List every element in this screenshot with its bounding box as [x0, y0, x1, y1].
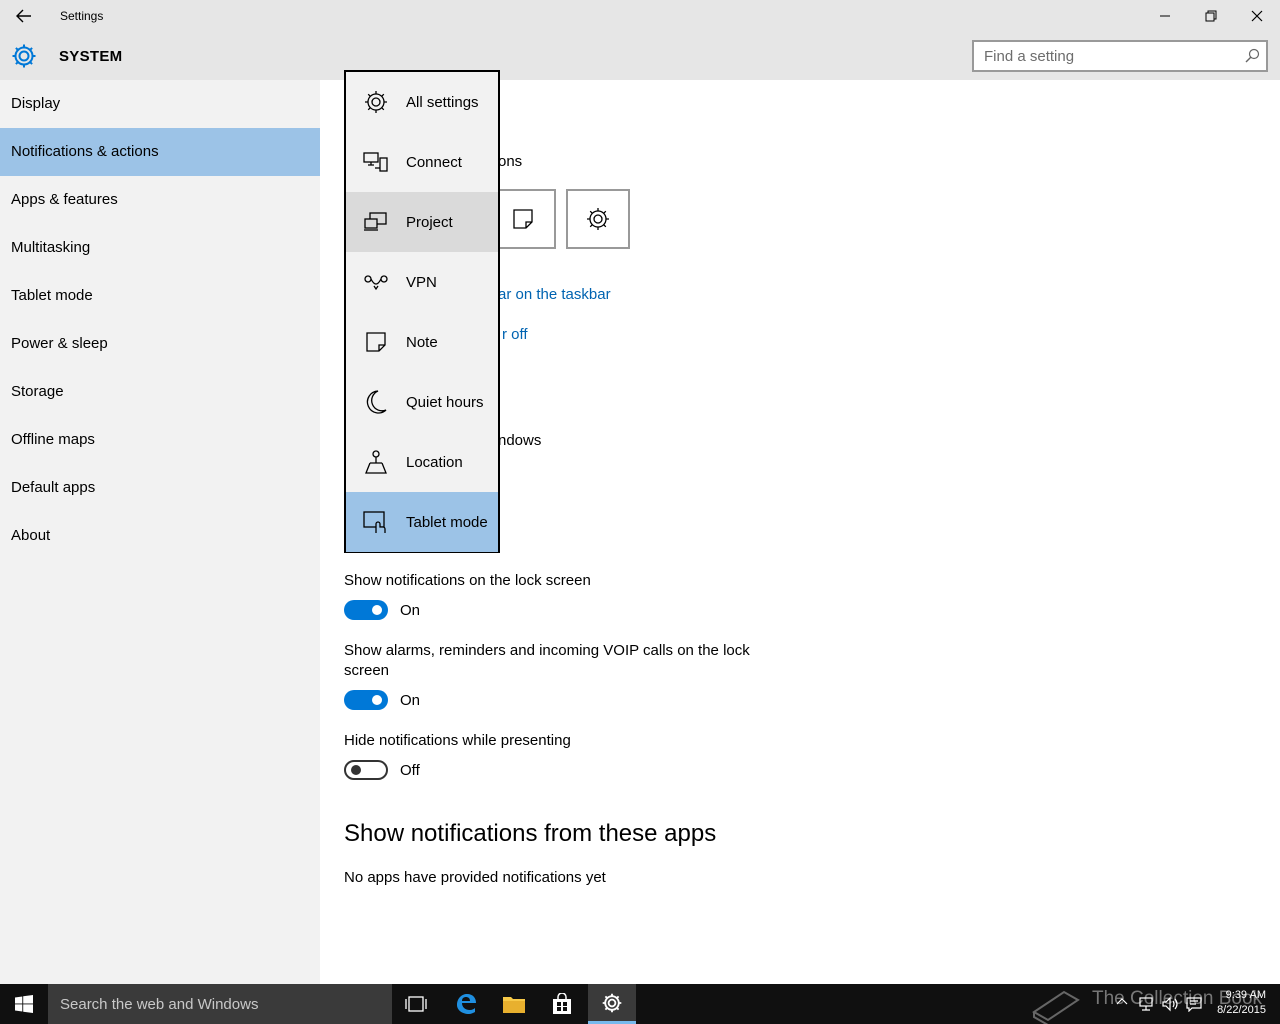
folder-icon [503, 997, 525, 1013]
dropdown-item-vpn[interactable]: VPN [346, 252, 498, 312]
settings-taskbar-button[interactable] [588, 984, 636, 1024]
taskbar-search-box[interactable] [48, 984, 392, 1024]
window-title: Settings [60, 9, 104, 23]
file-explorer-button[interactable] [490, 984, 538, 1024]
back-button[interactable] [8, 2, 40, 30]
sidebar: Display Notifications & actions Apps & f… [0, 80, 320, 984]
connect-icon [362, 148, 390, 176]
sidebar-item-storage[interactable]: Storage [0, 368, 320, 416]
gear-icon [602, 993, 622, 1012]
quick-actions-heading: ons [498, 153, 523, 170]
find-setting-box[interactable] [972, 40, 1268, 72]
project-icon [362, 208, 390, 236]
no-apps-message: No apps have provided notifications yet [344, 869, 606, 886]
taskbar: The Collection Book 9:39 AM 8/22/2015 [0, 984, 1280, 1024]
tablet-mode-icon [362, 508, 390, 536]
close-button[interactable] [1234, 0, 1280, 32]
dropdown-item-project[interactable]: Project [346, 192, 498, 252]
dropdown-item-label: Tablet mode [406, 513, 488, 531]
toggle-knob [372, 695, 382, 705]
toggle-knob [372, 605, 382, 615]
toggle-state: On [400, 692, 421, 709]
edge-icon [457, 994, 476, 1014]
sidebar-item-about[interactable]: About [0, 512, 320, 560]
search-icon [1245, 48, 1260, 63]
settings-gear-icon [10, 42, 38, 75]
find-setting-input[interactable] [974, 42, 1224, 70]
sidebar-item-default-apps[interactable]: Default apps [0, 464, 320, 512]
toggle-state: Off [400, 762, 420, 779]
sidebar-item-apps-features[interactable]: Apps & features [0, 176, 320, 224]
taskbar-search-input[interactable] [48, 984, 378, 1024]
apps-notifications-heading: Show notifications from these apps [344, 820, 717, 847]
gear-icon [587, 208, 609, 230]
dropdown-item-label: Location [406, 453, 463, 471]
edge-button[interactable] [442, 984, 490, 1024]
book-watermark-icon [1032, 990, 1080, 1024]
store-bag-icon [553, 993, 571, 1014]
dropdown-item-location[interactable]: Location [346, 432, 498, 492]
link-select-icons-taskbar[interactable]: ar on the taskbar [498, 286, 611, 303]
toggle-state: On [400, 602, 421, 619]
tips-setting-label: ndows [498, 432, 542, 449]
dropdown-item-label: Quiet hours [406, 393, 484, 411]
moon-icon [362, 388, 390, 416]
alarms-lock-screen-label: Show alarms, reminders and incoming VOIP… [344, 642, 750, 659]
note-icon [362, 328, 390, 356]
section-title: SYSTEM [59, 48, 123, 65]
quick-action-dropdown: All settings Connect Project VPN Note Qu… [344, 70, 500, 553]
close-icon [1251, 10, 1263, 22]
dropdown-item-label: All settings [406, 93, 479, 111]
minimize-icon [1160, 15, 1170, 17]
action-center-icon[interactable] [1186, 996, 1202, 1012]
vpn-icon [362, 268, 390, 296]
gear-icon [362, 88, 390, 116]
link-turn-system-icons-off[interactable]: r off [502, 326, 528, 343]
hide-while-presenting-toggle[interactable] [344, 760, 388, 780]
volume-icon[interactable] [1162, 996, 1178, 1012]
alarms-lock-screen-label-cont: screen [344, 662, 390, 679]
toggle-knob [351, 765, 361, 775]
alarms-lock-screen-toggle[interactable] [344, 690, 388, 710]
store-button[interactable] [538, 984, 586, 1024]
dropdown-item-tablet-mode[interactable]: Tablet mode [346, 492, 498, 552]
task-view-button[interactable] [392, 984, 440, 1024]
lock-screen-notifications-toggle[interactable] [344, 600, 388, 620]
clock-time: 9:39 AM [1225, 989, 1266, 1001]
note-icon [513, 209, 533, 229]
settings-header: SYSTEM [0, 32, 1280, 80]
taskbar-clock[interactable]: 9:39 AM 8/22/2015 [1217, 988, 1266, 1018]
location-icon [362, 448, 390, 476]
task-view-icon [405, 996, 427, 1012]
sidebar-item-notifications-actions[interactable]: Notifications & actions [0, 128, 320, 176]
dropdown-item-label: Project [406, 213, 453, 231]
clock-date: 8/22/2015 [1217, 1004, 1266, 1016]
dropdown-item-all-settings[interactable]: All settings [346, 72, 498, 132]
sidebar-item-power-sleep[interactable]: Power & sleep [0, 320, 320, 368]
dropdown-item-note[interactable]: Note [346, 312, 498, 372]
quick-action-all-settings-slot[interactable] [566, 189, 630, 249]
minimize-button[interactable] [1142, 0, 1188, 32]
start-button[interactable] [0, 984, 48, 1024]
lock-screen-notifications-label: Show notifications on the lock screen [344, 572, 591, 589]
sidebar-item-tablet-mode[interactable]: Tablet mode [0, 272, 320, 320]
dropdown-item-label: Note [406, 333, 438, 351]
title-bar: Settings [0, 0, 1280, 32]
sidebar-item-display[interactable]: Display [0, 80, 320, 128]
network-icon[interactable] [1138, 996, 1154, 1012]
sidebar-item-multitasking[interactable]: Multitasking [0, 224, 320, 272]
chevron-up-icon[interactable] [1116, 996, 1128, 1008]
restore-icon [1205, 10, 1217, 22]
quick-action-note-slot[interactable] [492, 189, 556, 249]
windows-logo-icon [15, 995, 33, 1013]
hide-while-presenting-label: Hide notifications while presenting [344, 732, 571, 749]
dropdown-item-label: VPN [406, 273, 437, 291]
back-arrow-icon [16, 9, 31, 23]
dropdown-item-label: Connect [406, 153, 462, 171]
dropdown-item-connect[interactable]: Connect [346, 132, 498, 192]
dropdown-item-quiet-hours[interactable]: Quiet hours [346, 372, 498, 432]
restore-button[interactable] [1188, 0, 1234, 32]
sidebar-item-offline-maps[interactable]: Offline maps [0, 416, 320, 464]
